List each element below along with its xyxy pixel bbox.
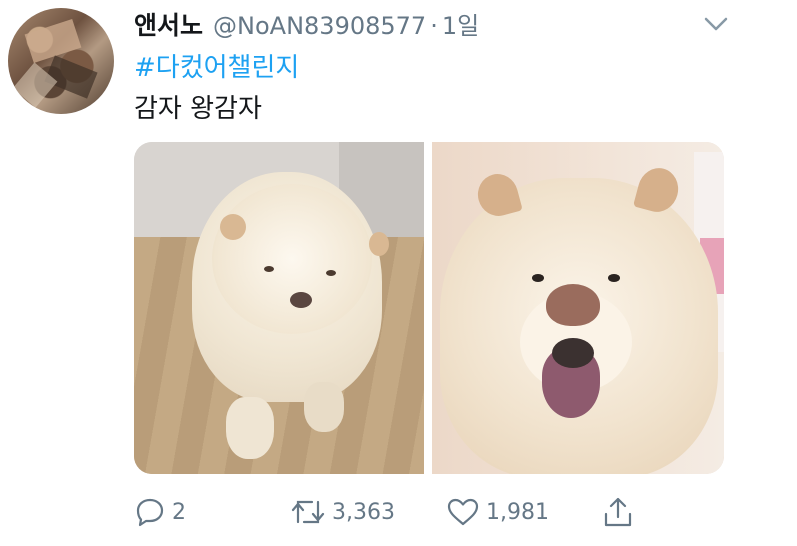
puppy-head [212, 184, 372, 334]
reply-button[interactable]: 2 [134, 494, 186, 530]
user-handle[interactable]: @NoAN83908577 [213, 12, 426, 40]
dog-eye [608, 274, 620, 282]
retweet-count: 3,363 [332, 499, 395, 525]
reply-count: 2 [172, 499, 186, 525]
puppy-eye [264, 266, 274, 272]
puppy-ear [220, 214, 246, 240]
share-icon [604, 497, 632, 527]
retweet-button[interactable]: 3,363 [290, 494, 395, 530]
puppy-leg [226, 397, 274, 459]
like-button[interactable]: 1,981 [446, 494, 549, 530]
user-avatar[interactable] [8, 8, 114, 114]
hashtag-link[interactable]: #다컸어챌린지 [134, 47, 299, 84]
tweet-text: 감자 왕감자 [134, 94, 262, 124]
dog-mouth [552, 338, 594, 368]
photo-adult-dog[interactable] [432, 142, 724, 474]
puppy-eye [326, 270, 336, 276]
dog-nose [546, 284, 600, 326]
tweet-actions: 2 3,363 1,981 [134, 494, 654, 530]
like-count: 1,981 [486, 499, 549, 525]
avatar-image-part [24, 19, 82, 63]
dog-eye [532, 274, 544, 282]
media-grid [134, 142, 724, 474]
separator-dot: · [430, 12, 438, 40]
retweet-icon [291, 500, 325, 524]
like-icon [447, 498, 479, 526]
puppy-nose [290, 292, 312, 308]
share-button[interactable] [602, 494, 634, 530]
display-name[interactable]: 앤서노 [134, 6, 203, 42]
puppy-ear [369, 232, 389, 256]
tweet-timestamp[interactable]: 1일 [442, 6, 479, 41]
photo-puppy[interactable] [134, 142, 424, 474]
tweet-header: 앤서노 @NoAN83908577 · 1일 [134, 6, 479, 40]
chevron-down-icon [704, 17, 728, 31]
more-options-button[interactable] [702, 14, 730, 34]
puppy-leg [304, 382, 344, 432]
reply-icon [136, 498, 164, 527]
